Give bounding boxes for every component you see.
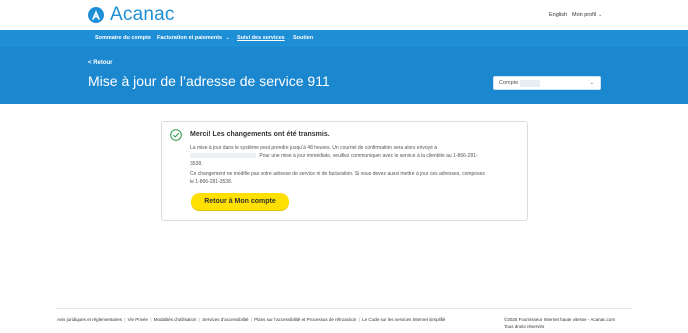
nav-item-service-tracking[interactable]: Suivi des services [237,35,285,41]
nav-item-billing-label: Facturation et paiements [157,35,223,41]
footer-separator: | [249,317,254,322]
footer-link-internet-code[interactable]: Le Code sur les services Internet simpli… [362,317,445,322]
page-title: Mise à jour de l’adresse de service 911 [88,73,330,89]
footer-divider [56,308,632,309]
confirmation-paragraph-1: La mise à jour dans le système peut pren… [190,144,490,168]
main-nav: Sommaire du compte Facturation et paieme… [0,30,688,47]
chevron-down-icon: ⌄ [589,80,594,86]
footer-link-terms[interactable]: Modalités d’utilisation [154,317,197,322]
footer-links: Avis juridiques et réglementaires | Vie … [57,317,445,322]
brand-logo[interactable]: Acanac [88,4,175,25]
language-link[interactable]: English [549,12,567,18]
email-redacted [190,153,256,159]
return-to-account-button[interactable]: Retour à Mon compte [191,193,289,210]
chevron-down-icon: ⌄ [598,12,603,18]
account-number-redacted [520,80,540,87]
copyright-line-1: ©2025 Fournisseur Internet haute vitesse… [504,317,616,322]
back-link[interactable]: < Retour [88,60,113,66]
footer-link-accessibility-plans[interactable]: Plans sur l’accessibilité et Processus d… [254,317,356,322]
footer-separator: | [149,317,153,322]
footer-link-legal[interactable]: Avis juridiques et réglementaires [57,317,122,322]
chevron-left-icon: < [88,60,92,66]
top-header: Acanac English Mon profil ⌄ [0,0,688,30]
footer-link-accessibility-services[interactable]: Services d’accessibilité [202,317,248,322]
copyright: ©2025 Fournisseur Internet haute vitesse… [504,316,615,330]
nav-item-support[interactable]: Soutien [293,35,313,41]
confirmation-text-a: La mise à jour dans le système peut pren… [190,145,438,151]
chevron-down-icon: ⌄ [225,35,230,41]
copyright-line-2: Tous droits réservés [504,324,545,329]
nav-item-account-summary[interactable]: Sommaire du compte [95,35,151,41]
nav-item-billing[interactable]: Facturation et paiements ⌄ [157,35,230,41]
acanac-logo-icon [88,7,104,23]
brand-name: Acanac [110,4,175,25]
check-circle-icon [170,129,182,141]
footer-link-privacy[interactable]: Vie Privée [128,317,148,322]
confirmation-paragraph-2: Ce changement ne modifie pas votre adres… [190,171,485,185]
profile-label: Mon profil [572,12,597,18]
account-select-label: Compte [499,80,519,86]
account-select[interactable]: Compte ⌄ [493,76,601,90]
back-label: Retour [93,60,113,66]
profile-menu[interactable]: Mon profil ⌄ [572,12,602,18]
footer-separator: | [197,317,202,322]
confirmation-title: Merci! Les changements ont été transmis. [190,131,330,138]
footer-separator: | [357,317,362,322]
footer-separator: | [122,317,127,322]
